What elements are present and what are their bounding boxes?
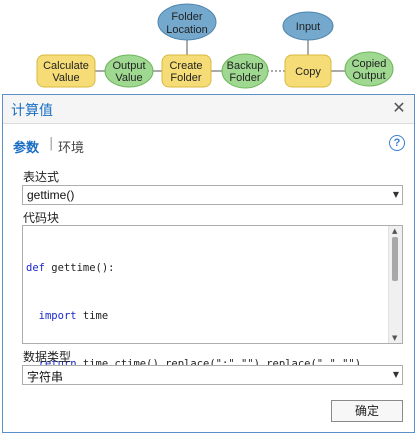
- code-block-editor[interactable]: def gettime(): import time return time.c…: [22, 225, 403, 370]
- code-keyword: import: [38, 310, 77, 322]
- svg-text:Backup: Backup: [227, 60, 264, 72]
- svg-text:Input: Input: [296, 21, 320, 33]
- dialog-title: 计算值: [11, 103, 53, 119]
- chevron-down-icon[interactable]: ▼: [393, 368, 399, 382]
- svg-text:Output: Output: [112, 60, 145, 72]
- svg-text:Location: Location: [166, 24, 208, 36]
- model-diagram: Calculate Value Output Value Folder Loca…: [36, 3, 394, 89]
- calculate-value-dialog: 计算值 ✕ 参数 | 环境 ? 表达式 gettime() ▼ 代码块 def …: [2, 94, 415, 433]
- tab-separator: |: [49, 136, 54, 151]
- node-calculate-value[interactable]: Calculate Value: [36, 54, 96, 88]
- expression-label: 表达式: [23, 170, 60, 184]
- code-text: time: [76, 310, 109, 322]
- data-type-dropdown[interactable]: 字符串 ▼: [22, 365, 403, 385]
- scroll-thumb[interactable]: [392, 237, 398, 281]
- node-copied-output[interactable]: Copied Output: [344, 51, 394, 87]
- svg-text:Value: Value: [115, 72, 142, 84]
- code-line: import time: [26, 308, 361, 324]
- node-output-value[interactable]: Output Value: [104, 54, 154, 88]
- node-create-folder[interactable]: Create Folder: [161, 54, 212, 88]
- dialog-title-bar[interactable]: 计算值 ✕: [3, 95, 414, 124]
- svg-text:Copy: Copy: [295, 66, 321, 78]
- code-text: gettime():: [44, 262, 115, 274]
- scroll-down-icon[interactable]: ▼: [392, 334, 397, 342]
- svg-text:Value: Value: [52, 72, 79, 84]
- svg-text:Create: Create: [169, 60, 202, 72]
- close-icon[interactable]: ✕: [390, 98, 408, 118]
- tab-parameters[interactable]: 参数: [13, 137, 39, 156]
- ok-button[interactable]: 确定: [331, 400, 403, 422]
- svg-text:Folder: Folder: [229, 72, 261, 84]
- tab-environments[interactable]: 环境: [58, 137, 84, 156]
- code-block-label: 代码块: [23, 211, 60, 225]
- node-copy[interactable]: Copy: [284, 54, 332, 88]
- expression-dropdown[interactable]: gettime() ▼: [22, 185, 403, 205]
- svg-text:Copied: Copied: [352, 58, 387, 70]
- node-backup-folder[interactable]: Backup Folder: [221, 53, 269, 89]
- code-scrollbar[interactable]: ▲ ▼: [388, 226, 402, 343]
- help-icon[interactable]: ?: [389, 135, 405, 151]
- expression-value: gettime(): [27, 188, 75, 202]
- node-folder-location[interactable]: Folder Location: [157, 3, 217, 41]
- data-type-value: 字符串: [27, 370, 64, 384]
- data-type-label: 数据类型: [23, 350, 72, 364]
- node-input[interactable]: Input: [282, 11, 334, 41]
- code-keyword: def: [26, 262, 45, 274]
- svg-text:Folder: Folder: [170, 72, 202, 84]
- code-line: def gettime():: [26, 260, 361, 276]
- chevron-down-icon[interactable]: ▼: [393, 188, 399, 202]
- scroll-up-icon[interactable]: ▲: [392, 227, 397, 235]
- svg-text:Output: Output: [352, 70, 385, 82]
- svg-text:Folder: Folder: [171, 11, 203, 23]
- svg-text:Calculate: Calculate: [43, 60, 89, 72]
